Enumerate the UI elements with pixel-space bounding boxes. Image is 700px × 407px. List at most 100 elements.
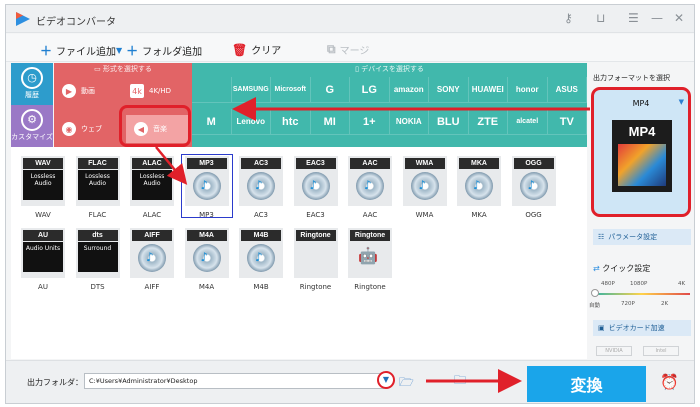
format-item[interactable]: AU Audio Units AU [19,228,67,294]
device-brand-3-row2[interactable]: htc [271,109,311,135]
cart-icon[interactable]: ⊔ [596,11,605,25]
music-note-icon: ♪ [418,178,427,192]
film-icon [618,144,666,186]
format-tag: AIFF [132,230,172,241]
device-panel: ▯ デバイスを選択する SAMSUNG Microsoft G LG amazon SON… [192,63,587,147]
device-brand-4-row2[interactable]: MI [310,109,350,135]
format-subtitle: Lossless Audio [132,170,172,200]
format-item[interactable]: WMA ♪ WMA [401,156,449,222]
music-note-icon: ♪ [146,250,154,264]
quality-slider[interactable] [593,293,690,295]
format-tag: FLAC [77,158,118,169]
device-brand-9-row2[interactable]: alcatel [508,109,548,135]
format-tag: M4B [241,230,281,241]
format-tag: dts [77,230,118,241]
quality-slider-handle[interactable] [591,289,599,297]
device-brand-6-row1[interactable]: amazon [389,77,429,103]
customize-label: カスタマイズ [11,133,53,141]
close-icon[interactable]: ✕ [674,11,684,25]
format-item[interactable]: OGG ♪ OGG [510,156,558,222]
history-icon: ◷ [21,67,43,89]
trash-icon: 🗑 [232,42,248,57]
device-brand-3-row1[interactable]: Microsoft [271,77,311,103]
format-video-tab[interactable]: ▶ 動画 [54,77,122,105]
folder-dropdown-button[interactable]: ▼ [377,371,395,389]
add-file-button[interactable]: ＋ファイル追加 [40,42,116,59]
toolbar: ＋ファイル追加 ▼ ＋フォルダ追加 🗑 クリア ⧉ マージ [6,34,694,62]
menu-icon[interactable]: ☰ [628,11,639,25]
app-title: ビデオコンバータ [36,17,116,28]
music-note-icon: ♪ [473,178,481,192]
gear-icon: ⚙ [21,109,43,131]
minimize-icon[interactable]: — [651,11,663,25]
format-web-tab[interactable]: ◉ ウェブ [54,115,122,143]
format-item[interactable]: M4B ♪ M4B [237,228,285,294]
device-brand-7-row2[interactable]: BLU [429,109,469,135]
format-item[interactable]: AIFF ♪ AIFF [128,228,176,294]
format-label: AIFF [144,283,160,291]
format-item[interactable]: WAV Lossless Audio WAV [19,156,67,222]
merge-label: マージ [339,46,370,57]
device-panel-header-label: デバイスを選択する [361,65,424,73]
speed-icon: ⇄ [593,264,603,273]
music-note-icon: ♪ [527,178,536,192]
format-tile: M4B ♪ [239,228,283,278]
format-tag: MKA [459,158,499,169]
format-subtitle: Lossless Audio [77,170,118,200]
device-brand-10-row2[interactable]: TV [547,109,587,135]
format-item[interactable]: MKA ♪ MKA [455,156,503,222]
mp4-format-tag: MP4 [628,124,656,139]
key-icon[interactable]: ⚷ [564,11,573,25]
device-brand-9-row1[interactable]: honor [508,77,548,103]
quality-auto: 自動 [589,303,601,309]
history-button[interactable]: ◷ 履歴 [11,63,53,105]
device-brand-5-row1[interactable]: LG [350,77,390,103]
format-item[interactable]: Ringtone Ringtone [292,228,340,294]
device-brand-8-row2[interactable]: ZTE [468,109,508,135]
device-brand-2-row1[interactable]: SAMSUNG [231,77,271,103]
format-4k-tab[interactable]: 4k 4K/HD [122,77,192,105]
device-brand-4-row1[interactable]: G [310,77,350,103]
output-format-selector[interactable]: MP4 ▼ MP4 [591,87,691,217]
open-folder-icon[interactable]: 🗁 [399,373,414,394]
format-tile: OGG ♪ [511,156,556,206]
customize-button[interactable]: ⚙ カスタマイズ [11,105,53,147]
merge-icon: ⧉ [327,42,336,56]
gpu-acceleration-button[interactable]: ▣ ビデオカード加速 [593,320,691,336]
device-brand-6-row2[interactable]: NOKIA [389,109,429,135]
format-subtitle: Surround [77,242,118,272]
format-subtitle: Audio Units [23,242,63,272]
format-item[interactable]: AC3 ♪ AC3 [237,156,285,222]
output-folder-path[interactable]: C:¥Users¥Administrator¥Desktop [84,373,386,389]
merge-button[interactable]: ⧉ マージ [327,42,369,57]
format-item[interactable]: AAC ♪ AAC [346,156,394,222]
clear-button[interactable]: 🗑 クリア [232,42,281,58]
device-brand-5-row2[interactable]: 1+ [350,109,390,135]
add-folder-button[interactable]: ▼ ＋フォルダ追加 [116,42,202,59]
alarm-clock-icon[interactable]: ⏰ [660,373,679,391]
format-panel-header: ▭ 形式を選択する [54,64,192,74]
device-brand-1-row1[interactable] [192,77,232,103]
browse-folder-icon[interactable]: 🗀 [454,371,466,392]
device-brand-2-row2[interactable]: Lenovo [231,109,271,135]
intel-badge: Intel [643,346,679,356]
device-brand-7-row1[interactable]: SONY [429,77,469,103]
device-brand-10-row1[interactable]: ASUS [547,77,587,103]
format-label: M4A [198,283,215,291]
format-tag: ALAC [132,158,172,169]
format-item[interactable]: dts Surround DTS [74,228,122,294]
format-item[interactable]: EAC3 ♪ EAC3 [292,156,340,222]
format-item[interactable]: Ringtone 🤖 Ringtone [346,228,394,294]
format-item[interactable]: M4A ♪ M4A [183,228,231,294]
device-brand-8-row1[interactable]: HUAWEI [468,77,508,103]
format-tag: AU [23,230,63,241]
output-format-title: 出力フォーマットを選択 [593,74,670,82]
format-item[interactable]: ALAC Lossless Audio ALAC [128,156,176,222]
format-label: DTS [90,283,105,291]
convert-button[interactable]: 変換 [527,366,646,402]
parameter-settings-button[interactable]: ☷ パラメータ設定 [593,229,691,245]
format-item[interactable]: FLAC Lossless Audio FLAC [74,156,122,222]
sliders-icon: ☷ [598,233,605,241]
device-brand-1-row2[interactable]: M [192,109,232,135]
title-bar: ビデオコンバータ ⚷ ⊔ ☰ — ✕ [6,5,694,33]
